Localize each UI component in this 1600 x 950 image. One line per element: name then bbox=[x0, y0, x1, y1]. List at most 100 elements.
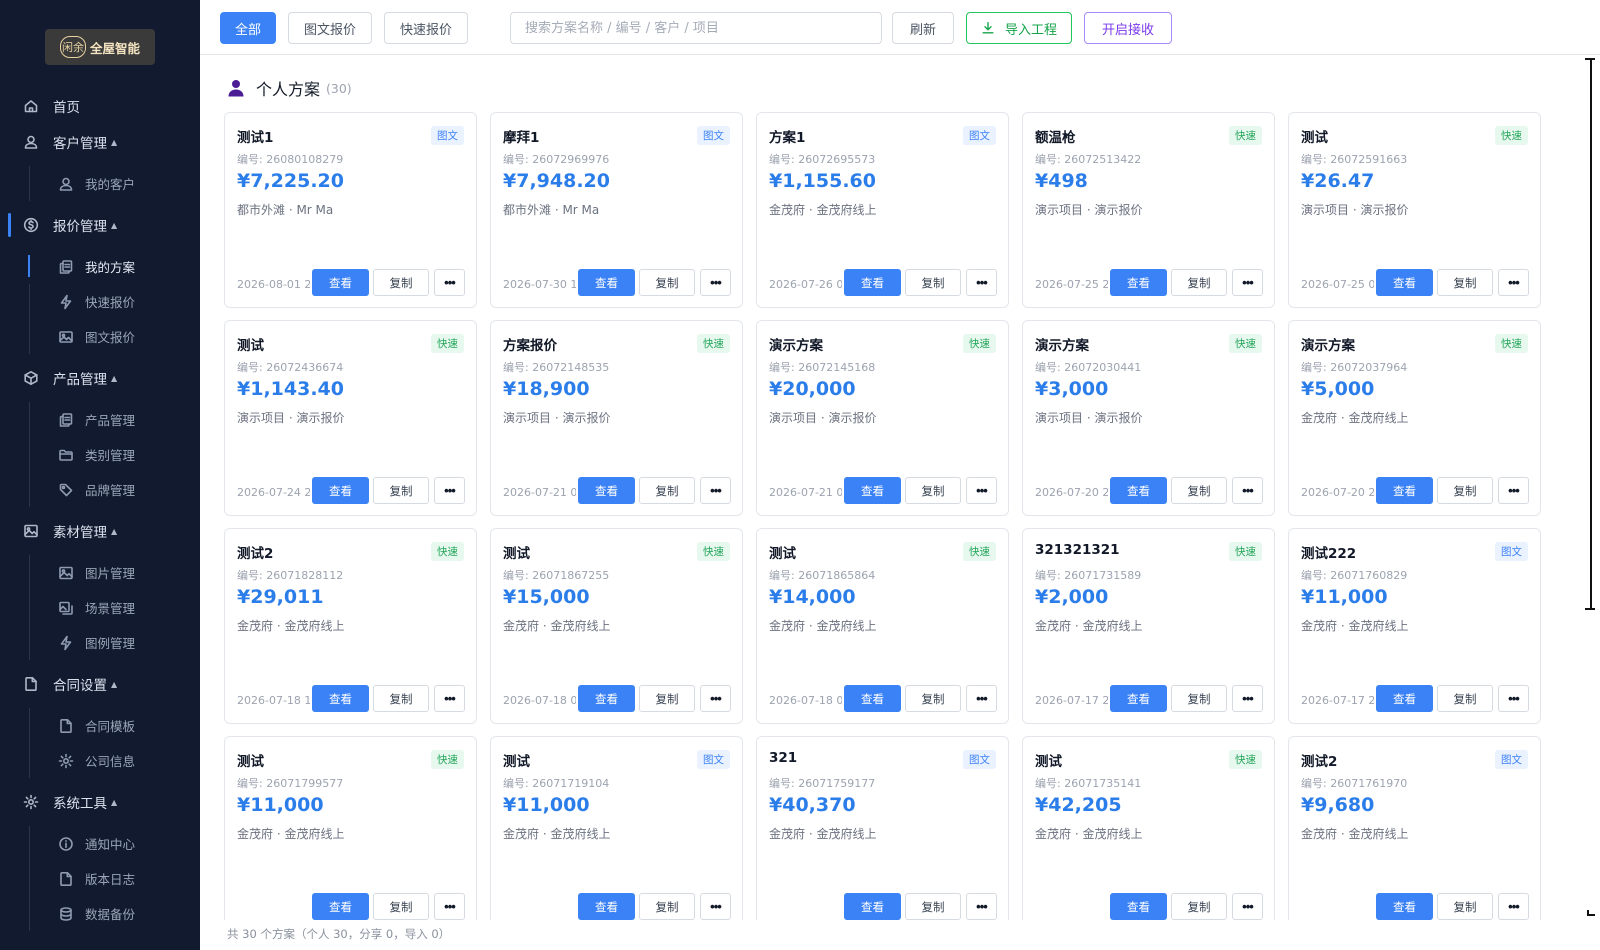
copy-button[interactable]: 复制 bbox=[905, 685, 961, 712]
copy-button[interactable]: 复制 bbox=[1437, 477, 1493, 504]
view-button[interactable]: 查看 bbox=[312, 685, 369, 712]
more-options-icon[interactable]: ••• bbox=[1232, 893, 1263, 920]
import-project-button[interactable]: 导入工程 bbox=[966, 12, 1072, 44]
copy-button[interactable]: 复制 bbox=[373, 893, 429, 920]
more-options-icon[interactable]: ••• bbox=[1498, 269, 1529, 296]
view-button[interactable]: 查看 bbox=[844, 269, 901, 296]
view-button[interactable]: 查看 bbox=[578, 269, 635, 296]
sidebar-subitem-product-1[interactable]: 类别管理 bbox=[0, 437, 200, 472]
more-options-icon[interactable]: ••• bbox=[434, 477, 465, 504]
sidebar-subitem-tools-2[interactable]: 数据备份 bbox=[0, 896, 200, 931]
more-options-icon[interactable]: ••• bbox=[1232, 685, 1263, 712]
more-options-icon[interactable]: ••• bbox=[1498, 893, 1529, 920]
view-button[interactable]: 查看 bbox=[844, 893, 901, 920]
copy-button[interactable]: 复制 bbox=[1437, 685, 1493, 712]
filter-kuaisu-button[interactable]: 快速报价 bbox=[384, 12, 468, 44]
copy-button[interactable]: 复制 bbox=[639, 477, 695, 504]
sidebar-item-product[interactable]: 产品管理 ▲ bbox=[0, 360, 200, 396]
sidebar-subitem-material-1[interactable]: 场景管理 bbox=[0, 590, 200, 625]
copy-button[interactable]: 复制 bbox=[905, 269, 961, 296]
more-options-icon[interactable]: ••• bbox=[1232, 269, 1263, 296]
view-button[interactable]: 查看 bbox=[1376, 685, 1433, 712]
sidebar-subitem-quote-1[interactable]: 快速报价 bbox=[0, 284, 200, 319]
more-options-icon[interactable]: ••• bbox=[966, 685, 997, 712]
view-button[interactable]: 查看 bbox=[312, 893, 369, 920]
copy-button[interactable]: 复制 bbox=[1437, 269, 1493, 296]
caret-up-icon: ▲ bbox=[111, 137, 118, 147]
sidebar-subitem-material-2[interactable]: 图例管理 bbox=[0, 625, 200, 660]
sidebar-item-customer[interactable]: 客户管理 ▲ bbox=[0, 124, 200, 160]
view-button[interactable]: 查看 bbox=[1110, 269, 1167, 296]
copy-button[interactable]: 复制 bbox=[1171, 893, 1227, 920]
view-button[interactable]: 查看 bbox=[1376, 477, 1433, 504]
copy-button[interactable]: 复制 bbox=[373, 269, 429, 296]
plan-card: 测试 快速 编号: 26072591663 ¥26.47 演示项目 · 演示报价 2026… bbox=[1288, 112, 1541, 308]
copy-button[interactable]: 复制 bbox=[1437, 893, 1493, 920]
plan-date: 2026-07-18 08 bbox=[769, 694, 842, 707]
sidebar-subitem-tools-0[interactable]: 通知中心 bbox=[0, 826, 200, 861]
sidebar-item-quote[interactable]: 报价管理 ▲ bbox=[0, 207, 200, 243]
view-button[interactable]: 查看 bbox=[312, 269, 369, 296]
sidebar-item-home[interactable]: 首页 bbox=[0, 88, 200, 124]
more-options-icon[interactable]: ••• bbox=[700, 477, 731, 504]
copy-button[interactable]: 复制 bbox=[905, 893, 961, 920]
more-options-icon[interactable]: ••• bbox=[1498, 685, 1529, 712]
sidebar-item-material[interactable]: 素材管理 ▲ bbox=[0, 513, 200, 549]
plan-type-badge: 图文 bbox=[431, 126, 464, 145]
sidebar-subitem-customer-0[interactable]: 我的客户 bbox=[0, 166, 200, 201]
brand-logo[interactable]: 闲余 全屋智能 bbox=[45, 29, 155, 65]
enable-receive-button[interactable]: 开启接收 bbox=[1084, 12, 1172, 44]
view-button[interactable]: 查看 bbox=[578, 893, 635, 920]
scrollbar-thumb[interactable] bbox=[1590, 60, 1592, 608]
view-button[interactable]: 查看 bbox=[844, 477, 901, 504]
more-options-icon[interactable]: ••• bbox=[1498, 477, 1529, 504]
more-options-icon[interactable]: ••• bbox=[700, 269, 731, 296]
copy-button[interactable]: 复制 bbox=[905, 477, 961, 504]
search-input[interactable] bbox=[510, 12, 882, 44]
more-options-icon[interactable]: ••• bbox=[700, 893, 731, 920]
sidebar-item-tools[interactable]: 系统工具 ▲ bbox=[0, 784, 200, 820]
view-button[interactable]: 查看 bbox=[1110, 893, 1167, 920]
copy-button[interactable]: 复制 bbox=[639, 685, 695, 712]
plans-scroll-area[interactable]: 测试1 图文 编号: 26080108279 ¥7,225.20 都市外滩 · Mr M… bbox=[200, 110, 1584, 920]
brand-text: 全屋智能 bbox=[89, 40, 140, 56]
sidebar-item-contract[interactable]: 合同设置 ▲ bbox=[0, 666, 200, 702]
view-button[interactable]: 查看 bbox=[578, 685, 635, 712]
more-options-icon[interactable]: ••• bbox=[434, 893, 465, 920]
more-options-icon[interactable]: ••• bbox=[434, 269, 465, 296]
plan-code: 编号: 26071761970 bbox=[1301, 777, 1408, 790]
copy-button[interactable]: 复制 bbox=[1171, 685, 1227, 712]
copy-icon bbox=[58, 259, 74, 275]
copy-button[interactable]: 复制 bbox=[639, 269, 695, 296]
view-button[interactable]: 查看 bbox=[312, 477, 369, 504]
sidebar-subitem-quote-2[interactable]: 图文报价 bbox=[0, 319, 200, 354]
sidebar-subitem-contract-1[interactable]: 公司信息 bbox=[0, 743, 200, 778]
view-button[interactable]: 查看 bbox=[1376, 269, 1433, 296]
copy-button[interactable]: 复制 bbox=[1171, 477, 1227, 504]
sidebar-subitem-quote-0[interactable]: 我的方案 bbox=[0, 249, 200, 284]
copy-button[interactable]: 复制 bbox=[373, 685, 429, 712]
sidebar-subitem-material-0[interactable]: 图片管理 bbox=[0, 555, 200, 590]
more-options-icon[interactable]: ••• bbox=[1232, 477, 1263, 504]
view-button[interactable]: 查看 bbox=[844, 685, 901, 712]
sidebar-subitem-product-0[interactable]: 产品管理 bbox=[0, 402, 200, 437]
more-options-icon[interactable]: ••• bbox=[966, 269, 997, 296]
filter-tuwen-button[interactable]: 图文报价 bbox=[288, 12, 372, 44]
sidebar-subitem-tools-1[interactable]: 版本日志 bbox=[0, 861, 200, 896]
view-button[interactable]: 查看 bbox=[1110, 477, 1167, 504]
view-button[interactable]: 查看 bbox=[1376, 893, 1433, 920]
plan-card: 321321321 快速 编号: 26071731589 ¥2,000 金茂府 · 金茂… bbox=[1022, 528, 1275, 724]
sidebar-subitem-contract-0[interactable]: 合同模板 bbox=[0, 708, 200, 743]
more-options-icon[interactable]: ••• bbox=[434, 685, 465, 712]
copy-button[interactable]: 复制 bbox=[1171, 269, 1227, 296]
sidebar-subitem-product-2[interactable]: 品牌管理 bbox=[0, 472, 200, 507]
more-options-icon[interactable]: ••• bbox=[966, 893, 997, 920]
view-button[interactable]: 查看 bbox=[578, 477, 635, 504]
filter-all-button[interactable]: 全部 bbox=[220, 12, 276, 44]
refresh-button[interactable]: 刷新 bbox=[892, 12, 954, 44]
copy-button[interactable]: 复制 bbox=[373, 477, 429, 504]
view-button[interactable]: 查看 bbox=[1110, 685, 1167, 712]
more-options-icon[interactable]: ••• bbox=[966, 477, 997, 504]
more-options-icon[interactable]: ••• bbox=[700, 685, 731, 712]
copy-button[interactable]: 复制 bbox=[639, 893, 695, 920]
